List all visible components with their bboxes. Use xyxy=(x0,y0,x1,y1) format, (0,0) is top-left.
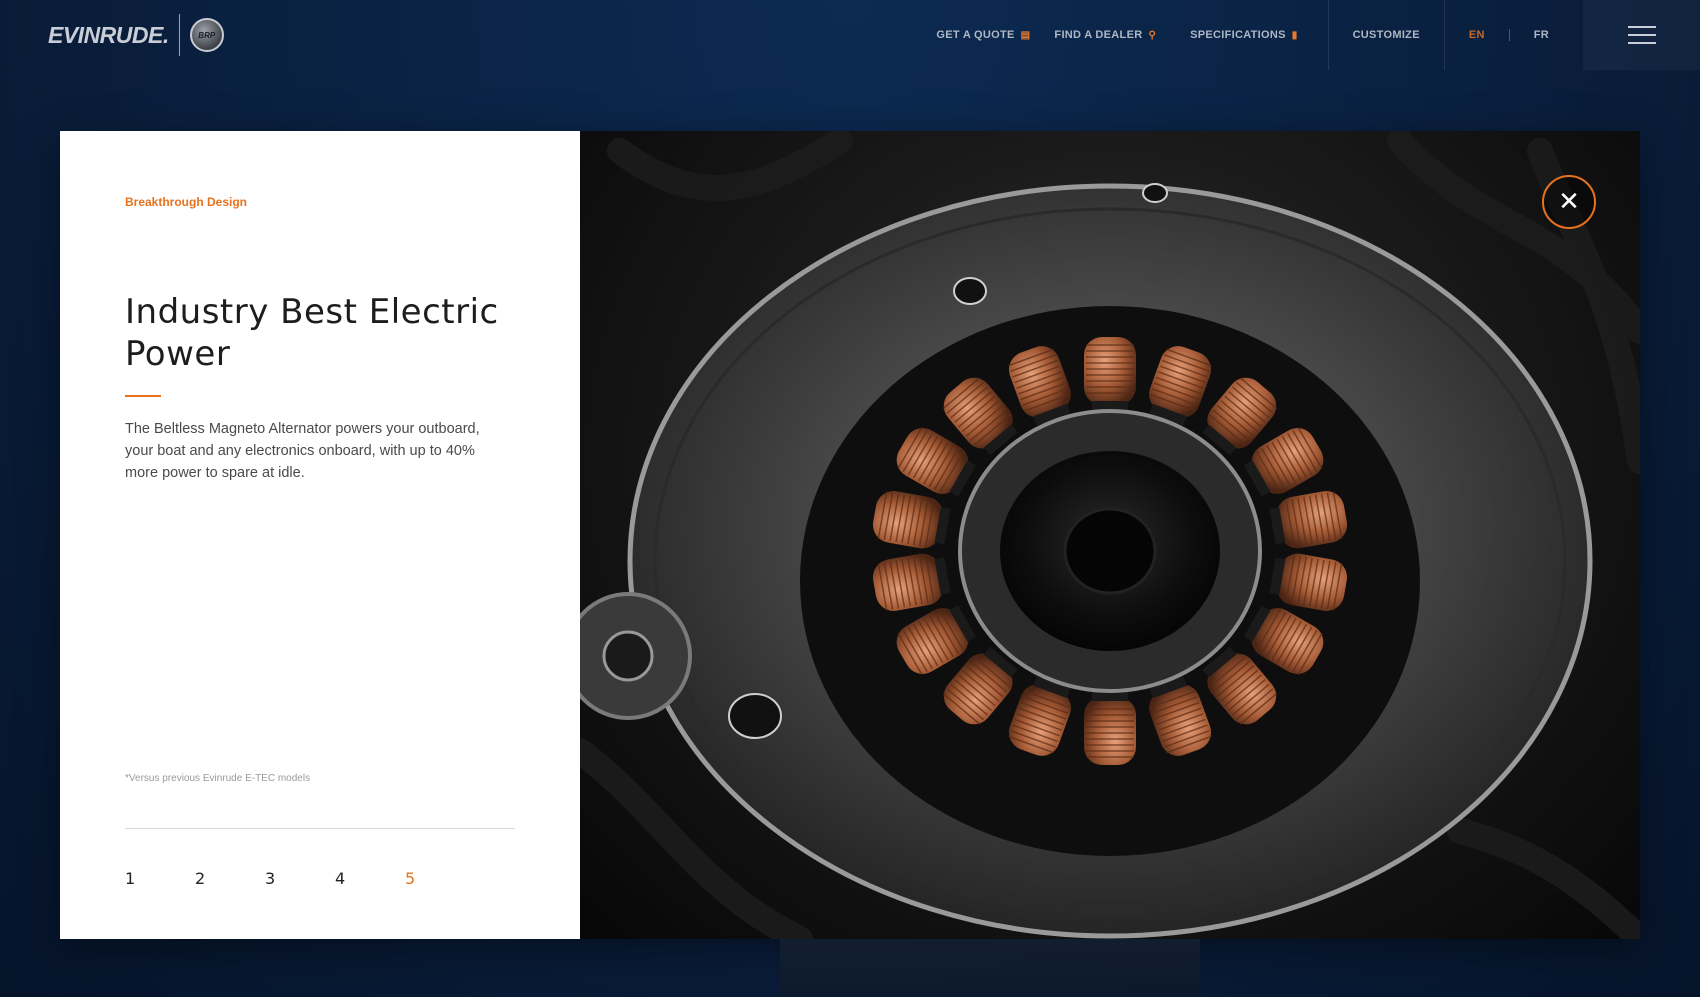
close-icon: ✕ xyxy=(1558,187,1580,217)
page-1-link[interactable]: 1 xyxy=(125,869,195,888)
feature-modal: Breakthrough Design Industry Best Electr… xyxy=(60,131,1640,939)
brand-logo[interactable]: EVINRUDE. BRP xyxy=(48,13,224,57)
brp-badge-icon: BRP xyxy=(189,18,224,52)
lang-fr-link[interactable]: FR xyxy=(1534,29,1549,41)
title-underline xyxy=(125,395,161,397)
alternator-image: ✕ xyxy=(580,131,1640,939)
hamburger-icon xyxy=(1627,26,1656,44)
language-switcher: EN FR xyxy=(1445,0,1583,70)
find-dealer-label: FIND A DEALER xyxy=(1054,29,1143,41)
background-engine-silhouette xyxy=(780,939,1200,997)
specifications-label: SPECIFICATIONS xyxy=(1190,29,1286,41)
drive-gear xyxy=(580,592,692,720)
get-quote-label: GET A QUOTE xyxy=(936,29,1015,41)
customize-label: CUSTOMIZE xyxy=(1352,29,1420,41)
copper-coil xyxy=(1084,691,1136,765)
feature-text-panel: Breakthrough Design Industry Best Electr… xyxy=(60,131,580,939)
pager-divider xyxy=(125,828,515,829)
alternator-illustration xyxy=(580,131,1640,939)
specifications-link[interactable]: SPECIFICATIONS ▮ xyxy=(1168,0,1327,70)
feature-footnote: *Versus previous Evinrude E-TEC models xyxy=(125,773,311,784)
menu-button[interactable] xyxy=(1583,0,1700,70)
close-button[interactable]: ✕ xyxy=(1542,175,1596,229)
feature-eyebrow: Breakthrough Design xyxy=(125,195,248,209)
site-header: EVINRUDE. BRP GET A QUOTE ▤ FIND A DEALE… xyxy=(0,0,1700,70)
logo-divider xyxy=(178,14,180,56)
page-2-link[interactable]: 2 xyxy=(195,869,265,888)
copper-coil xyxy=(1084,337,1136,411)
feature-pager: 1 2 3 4 5 xyxy=(125,869,475,888)
page-5-link[interactable]: 5 xyxy=(405,869,475,888)
document-icon: ▤ xyxy=(1020,29,1031,41)
file-icon: ▮ xyxy=(1291,29,1298,41)
customize-link[interactable]: CUSTOMIZE xyxy=(1329,0,1444,70)
top-nav: GET A QUOTE ▤ FIND A DEALER ⚲ SPECIFICAT… xyxy=(924,0,1700,70)
page-3-link[interactable]: 3 xyxy=(265,869,335,888)
lang-divider xyxy=(1508,29,1510,41)
feature-title: Industry Best Electric Power xyxy=(125,292,499,374)
get-quote-link[interactable]: GET A QUOTE ▤ xyxy=(924,0,1042,70)
evinrude-wordmark: EVINRUDE. xyxy=(48,21,169,48)
page-4-link[interactable]: 4 xyxy=(335,869,405,888)
find-dealer-link[interactable]: FIND A DEALER ⚲ xyxy=(1042,0,1168,70)
lang-en-link[interactable]: EN xyxy=(1469,29,1485,41)
feature-description: The Beltless Magneto Alternator powers y… xyxy=(125,421,480,481)
map-pin-icon: ⚲ xyxy=(1148,29,1157,41)
